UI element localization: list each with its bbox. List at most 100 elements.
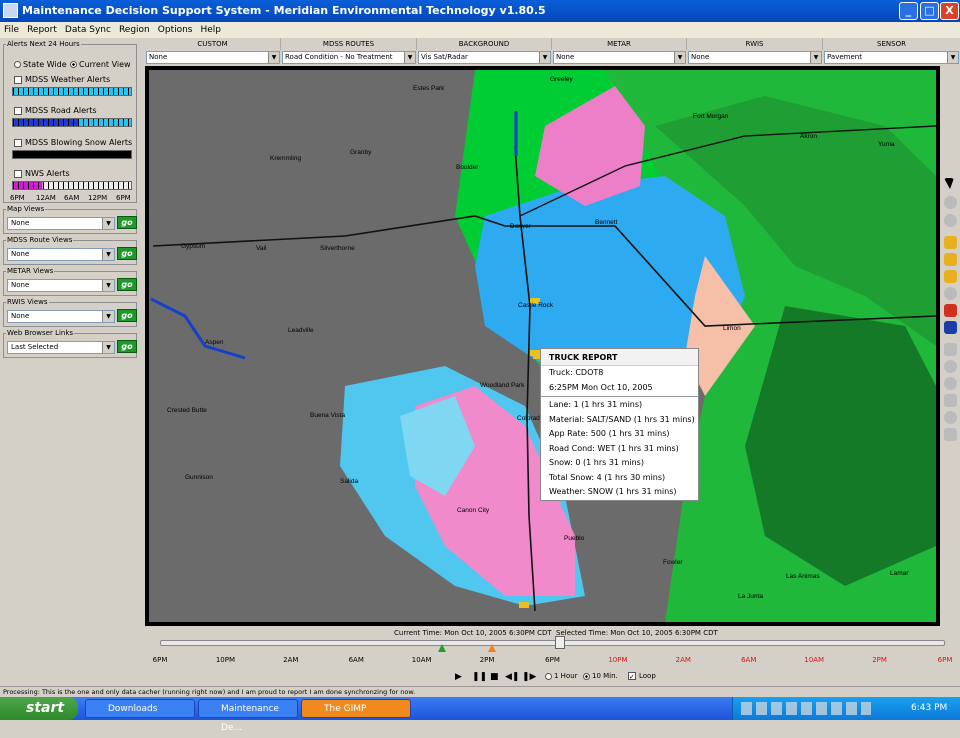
hour-label: 12AM <box>36 194 56 202</box>
circle-tool-icon[interactable] <box>944 360 957 373</box>
selected-time: Selected Time: Mon Oct 10, 2005 6:30PM C… <box>556 629 718 637</box>
chevron-down-icon: ▼ <box>102 249 114 260</box>
alert-blowing-snow[interactable]: MDSS Blowing Snow Alerts <box>14 138 132 147</box>
zoom-in-icon[interactable] <box>944 196 957 209</box>
map-views-go-button[interactable]: go <box>117 216 137 229</box>
layer-routes-value: Road Condition - No Treatment <box>285 53 393 61</box>
city-label: Silverthorne <box>320 245 355 252</box>
us-route-shield-icon[interactable] <box>944 304 957 317</box>
map-views-value: None <box>11 219 30 227</box>
report-tool-icon[interactable] <box>944 428 957 441</box>
truck-report-title: TRUCK REPORT <box>541 349 698 366</box>
layer-background-title: BACKGROUND <box>417 38 552 50</box>
city-label: Aspen <box>205 339 224 346</box>
metar-views-legend: METAR Views <box>7 267 54 275</box>
map-views-select[interactable]: None ▼ <box>7 217 115 230</box>
scope-current-view[interactable]: Current View <box>70 60 131 69</box>
start-button[interactable]: start <box>0 697 78 720</box>
truck-icon[interactable] <box>519 602 529 608</box>
timeline-tick: 2PM <box>872 656 887 664</box>
zoom-out-icon[interactable] <box>944 214 957 227</box>
pointer-icon[interactable] <box>944 178 954 189</box>
alert-blowing-snow-label: MDSS Blowing Snow Alerts <box>25 138 133 147</box>
layer-routes-select[interactable]: Road Condition - No Treatment ▼ <box>282 51 416 64</box>
stop-button[interactable]: ■ <box>490 672 499 682</box>
timeline-tick: 6AM <box>348 656 364 664</box>
circle-tool-icon[interactable] <box>944 411 957 424</box>
metar-views-value: None <box>11 281 30 289</box>
layer-custom-title: CUSTOM <box>145 38 281 50</box>
close-button[interactable]: X <box>940 2 959 20</box>
task-gimp[interactable]: The GIMP <box>301 699 411 718</box>
truck-group-icon[interactable] <box>944 253 957 266</box>
interstate-shield-icon[interactable] <box>944 321 957 334</box>
metar-views-select[interactable]: None ▼ <box>7 279 115 292</box>
menu-options[interactable]: Options <box>154 22 197 38</box>
step-back-button[interactable]: ◀❚ <box>505 672 519 682</box>
alert-nws[interactable]: NWS Alerts <box>14 169 70 178</box>
task-downloads[interactable]: Downloads <box>85 699 195 718</box>
circle-tool-icon[interactable] <box>944 287 957 300</box>
layer-metar-select[interactable]: None ▼ <box>553 51 686 64</box>
route-views-select[interactable]: None ▼ <box>7 248 115 261</box>
minimize-button[interactable]: _ <box>899 2 918 20</box>
rwis-views-select[interactable]: None ▼ <box>7 310 115 323</box>
text-tool-icon[interactable] <box>944 394 957 407</box>
menu-region[interactable]: Region <box>115 22 154 38</box>
status-bar: Processing: This is the one and only dat… <box>0 686 960 697</box>
play-button[interactable]: ▶ <box>455 672 462 682</box>
step-1-hour[interactable]: 1 Hour <box>545 672 578 680</box>
alert-weather-label: MDSS Weather Alerts <box>25 75 111 84</box>
alert-weather[interactable]: MDSS Weather Alerts <box>14 75 110 84</box>
city-label: Boulder <box>456 164 479 171</box>
checkbox-icon <box>14 138 22 147</box>
menu-help[interactable]: Help <box>197 22 226 38</box>
chevron-down-icon: ▼ <box>102 342 114 353</box>
tray-icons[interactable] <box>741 702 871 715</box>
layer-metar-title: METAR <box>552 38 687 50</box>
truck-report-time: 6:25PM Mon Oct 10, 2005 <box>549 382 653 392</box>
layer-background-select[interactable]: Vis Sat/Radar ▼ <box>418 51 551 64</box>
layer-custom-select[interactable]: None ▼ <box>146 51 280 64</box>
report-line: App Rate: 500 (1 hrs 31 mins) <box>549 429 670 438</box>
rwis-views-go-button[interactable]: go <box>117 309 137 322</box>
route-views-go-button[interactable]: go <box>117 247 137 260</box>
loop-checkbox[interactable]: ✓ Loop <box>628 672 656 681</box>
step-forward-button[interactable]: ❚▶ <box>522 672 536 682</box>
plow-icon[interactable] <box>944 270 957 283</box>
scope-statewide[interactable]: State Wide <box>14 60 67 69</box>
maximize-button[interactable]: □ <box>920 2 939 20</box>
circle-tool-icon[interactable] <box>944 377 957 390</box>
metar-views-go-button[interactable]: go <box>117 278 137 291</box>
step-10-min-label: 10 Min. <box>592 672 618 680</box>
layer-metar: METAR None ▼ <box>552 38 687 66</box>
city-label: Woodland Park <box>480 382 525 389</box>
route-views-value: None <box>11 250 30 258</box>
menu-file[interactable]: File <box>0 22 23 38</box>
task-mdss[interactable]: Maintenance De... <box>198 699 298 733</box>
step-10-min[interactable]: 10 Min. <box>583 672 618 680</box>
truck-report-popup: TRUCK REPORT Truck: CDOT8 6:25PM Mon Oct… <box>540 348 699 501</box>
weather-alert-bar <box>12 87 132 96</box>
report-line: Weather: SNOW (1 hrs 31 mins) <box>549 487 677 496</box>
truck-layer-icon[interactable] <box>944 236 957 249</box>
map-view[interactable]: Estes Park Greeley Fort Morgan Akron Yum… <box>145 66 940 626</box>
current-time: Current Time: Mon Oct 10, 2005 6:30PM CD… <box>394 629 552 637</box>
web-links-select[interactable]: Last Selected ▼ <box>7 341 115 354</box>
menu-report[interactable]: Report <box>23 22 61 38</box>
report-line: Road Cond: WET (1 hrs 31 mins) <box>549 443 679 453</box>
pause-button[interactable]: ❚❚ <box>472 672 487 682</box>
timeline-slider-thumb[interactable] <box>555 636 565 649</box>
route-tool-icon[interactable] <box>944 343 957 356</box>
web-links-go-button[interactable]: go <box>117 340 137 353</box>
truck-id: Truck: CDOT8 <box>549 368 604 377</box>
alert-road[interactable]: MDSS Road Alerts <box>14 106 97 115</box>
menu-data-sync[interactable]: Data Sync <box>61 22 115 38</box>
chevron-down-icon: ▼ <box>102 311 114 322</box>
layer-sensor-select[interactable]: Pavement ▼ <box>824 51 959 64</box>
layer-rwis-select[interactable]: None ▼ <box>688 51 822 64</box>
chevron-down-icon: ▼ <box>268 52 279 63</box>
alert-road-label: MDSS Road Alerts <box>25 106 97 115</box>
map-svg[interactable]: Estes Park Greeley Fort Morgan Akron Yum… <box>145 66 940 626</box>
timeline-slider-track[interactable] <box>160 640 945 646</box>
